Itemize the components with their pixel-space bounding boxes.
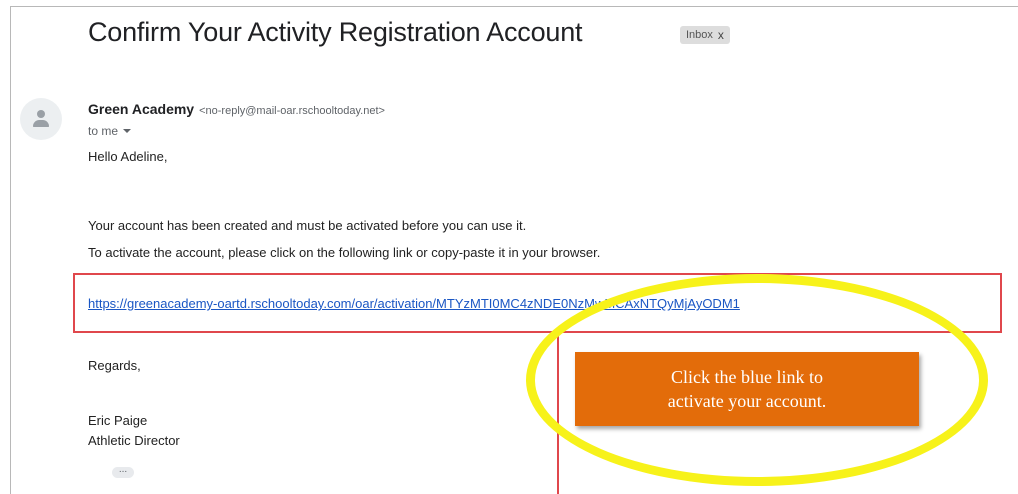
- window-border-left: [10, 6, 11, 494]
- email-closing: Regards,: [88, 358, 141, 373]
- sender-line: Green Academy <no-reply@mail-oar.rschool…: [88, 101, 385, 117]
- instruction-callout: Click the blue link to activate your acc…: [575, 352, 919, 426]
- recipient-label: to me: [88, 124, 119, 138]
- person-icon-head: [37, 110, 45, 118]
- chevron-down-icon[interactable]: [123, 129, 132, 133]
- email-greeting: Hello Adeline,: [88, 149, 168, 164]
- person-icon-body: [33, 120, 49, 127]
- email-subject: Confirm Your Activity Registration Accou…: [88, 17, 583, 47]
- annotation-guide-line: [557, 334, 559, 494]
- sender-email: <no-reply@mail-oar.rschooltoday.net>: [199, 105, 385, 117]
- remove-label-icon[interactable]: x: [718, 28, 724, 42]
- signer-title: Athletic Director: [88, 433, 180, 448]
- email-body-line-2: To activate the account, please click on…: [88, 245, 601, 260]
- show-trimmed-content-button[interactable]: ...: [112, 463, 134, 478]
- callout-line-2: activate your account.: [667, 391, 827, 411]
- email-body-line-1: Your account has been created and must b…: [88, 218, 527, 233]
- recipient-details-toggle[interactable]: to me: [88, 124, 132, 138]
- inbox-label-text: Inbox: [686, 29, 713, 41]
- sender-avatar: [20, 98, 62, 140]
- callout-line-1: Click the blue link to: [671, 367, 823, 387]
- activation-link[interactable]: https://greenacademy-oartd.rschooltoday.…: [88, 296, 740, 311]
- ellipsis-text: ...: [118, 463, 128, 475]
- window-border-top: [10, 6, 1018, 7]
- inbox-label-chip[interactable]: Inbox x: [680, 26, 730, 44]
- sender-name[interactable]: Green Academy: [88, 101, 194, 117]
- signer-name: Eric Paige: [88, 413, 148, 428]
